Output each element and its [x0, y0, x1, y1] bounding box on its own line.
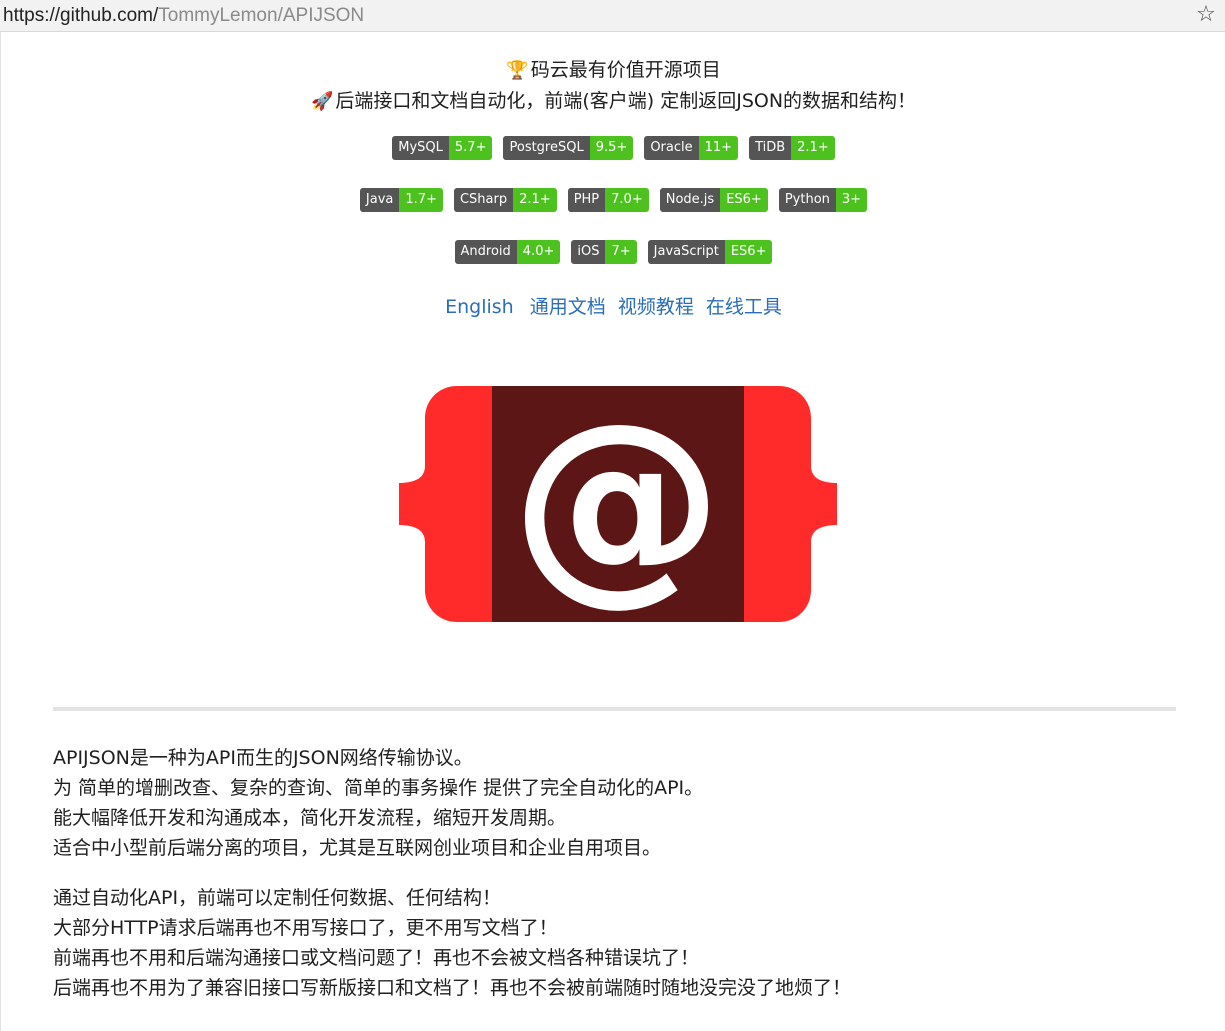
headline-award-text: 码云最有价值开源项目 [530, 59, 721, 81]
intro-line: 为 简单的增删改查、复杂的查询、简单的事务操作 提供了完全自动化的API。 [53, 777, 704, 799]
badge-ios[interactable]: iOS 7+ [571, 240, 637, 264]
link-tools[interactable]: 在线工具 [706, 296, 782, 318]
right-brace-icon [744, 386, 837, 622]
intro-line: 大部分HTTP请求后端再也不用写接口了，更不用写文档了！ [53, 917, 558, 939]
at-symbol-icon: @ [511, 386, 723, 622]
apijson-logo: @ [399, 386, 837, 622]
badge-row-databases: MySQL 5.7+ PostgreSQL 9.5+ Oracle 11+ TiDB 2… [1, 136, 1225, 160]
url-path: TommyLemon/APIJSON [158, 5, 365, 26]
link-video[interactable]: 视频教程 [618, 296, 694, 318]
star-outline-icon[interactable]: ☆ [1193, 2, 1219, 28]
badge-java[interactable]: Java 1.7+ [359, 188, 443, 212]
trophy-icon: 🏆 [506, 60, 529, 81]
intro-line: 通过自动化API，前端可以定制任何数据、任何结构！ [53, 887, 502, 909]
badge-row-languages: Java 1.7+ CSharp 2.1+ PHP 7.0+ Node.js ES6+ … [1, 188, 1225, 212]
headline-tagline: 🚀 后端接口和文档自动化，前端(客户端) 定制返回JSON的数据和结构！ [1, 88, 1225, 115]
badge-oracle[interactable]: Oracle 11+ [644, 136, 739, 160]
intro-line: 后端再也不用为了兼容旧接口写新版接口和文档了！再也不会被前端随时随地没完没了地烦… [53, 977, 852, 999]
left-brace-icon [399, 386, 492, 622]
intro-line: 能大幅降低开发和沟通成本，简化开发流程，缩短开发周期。 [53, 807, 567, 829]
badge-php[interactable]: PHP 7.0+ [567, 188, 649, 212]
headline-award: 🏆 码云最有价值开源项目 [1, 57, 1225, 84]
rocket-icon: 🚀 [310, 91, 334, 112]
badge-csharp[interactable]: CSharp 2.1+ [453, 188, 557, 212]
doc-links: English 通用文档 视频教程 在线工具 [1, 294, 1225, 320]
intro-line: 前端再也不用和后端沟通接口或文档问题了！再也不会被文档各种错误坑了！ [53, 947, 700, 969]
readme-page: 🏆 码云最有价值开源项目 🚀 后端接口和文档自动化，前端(客户端) 定制返回JSON… [0, 32, 1225, 1031]
badge-nodejs[interactable]: Node.js ES6+ [659, 188, 768, 212]
intro-line: 适合中小型前后端分离的项目，尤其是互联网创业项目和企业自用项目。 [53, 837, 662, 859]
intro-paragraph-1: APIJSON是一种为API而生的JSON网络传输协议。 为 简单的增删改查、复… [53, 743, 1173, 863]
badge-tidb[interactable]: TiDB 2.1+ [749, 136, 835, 160]
headline-tagline-text: 后端接口和文档自动化，前端(客户端) 定制返回JSON的数据和结构！ [335, 90, 917, 112]
badge-mysql[interactable]: MySQL 5.7+ [392, 136, 493, 160]
intro-line: APIJSON是一种为API而生的JSON网络传输协议。 [53, 747, 473, 769]
badge-postgresql[interactable]: PostgreSQL 9.5+ [503, 136, 634, 160]
link-docs[interactable]: 通用文档 [530, 296, 606, 318]
badge-row-clients: Android 4.0+ iOS 7+ JavaScript ES6+ [1, 240, 1225, 264]
link-english[interactable]: English [445, 296, 514, 318]
badge-javascript[interactable]: JavaScript ES6+ [647, 240, 773, 264]
badge-python[interactable]: Python 3+ [778, 188, 868, 212]
intro-paragraph-2: 通过自动化API，前端可以定制任何数据、任何结构！ 大部分HTTP请求后端再也不… [53, 883, 1173, 1003]
badge-android[interactable]: Android 4.0+ [454, 240, 561, 264]
section-divider [53, 707, 1176, 711]
browser-address-bar[interactable]: https://github.com/TommyLemon/APIJSON ☆ [0, 0, 1225, 32]
url-host: https://github.com/ [3, 5, 159, 26]
url-field[interactable]: https://github.com/TommyLemon/APIJSON [3, 4, 364, 28]
